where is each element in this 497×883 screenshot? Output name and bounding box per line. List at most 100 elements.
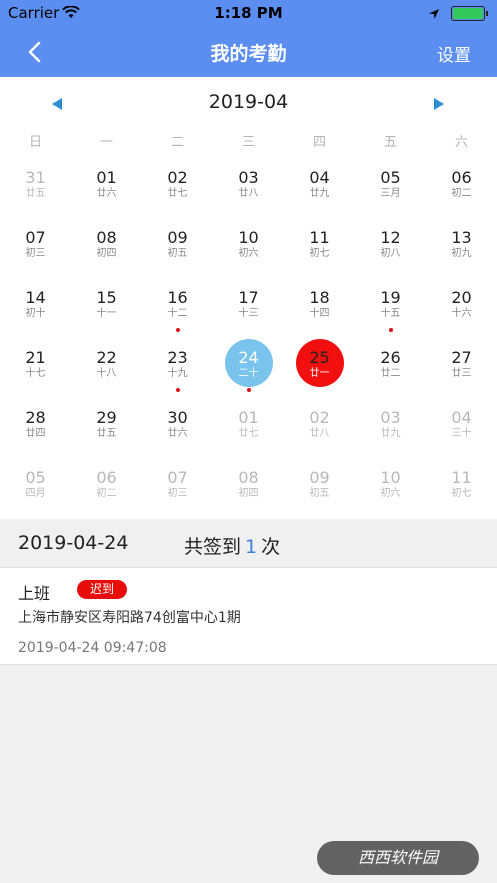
calendar-day[interactable]: 02 廿八 <box>284 397 355 457</box>
calendar-day[interactable]: 07 初三 <box>0 217 71 277</box>
calendar-day[interactable]: 08 初四 <box>71 217 142 277</box>
day-number: 31 <box>25 168 46 187</box>
calendar-day[interactable]: 21 十七 <box>0 337 71 397</box>
battery-icon <box>451 6 488 21</box>
calendar-day[interactable]: 27 廿三 <box>426 337 497 397</box>
lunar-date: 十二 <box>167 308 188 319</box>
weekday-label: 三 <box>241 135 255 150</box>
calendar-day[interactable]: 01 廿七 <box>213 397 284 457</box>
calendar-day[interactable]: 20 十六 <box>426 277 497 337</box>
nav-bar: 我的考勤 设置 <box>0 26 497 77</box>
lunar-date: 廿六 <box>96 188 117 199</box>
day-number: 24 <box>238 348 259 367</box>
calendar-day[interactable]: 28 廿四 <box>0 397 71 457</box>
day-number: 10 <box>238 228 259 247</box>
lunar-date: 廿七 <box>167 188 188 199</box>
record-dot-icon <box>175 328 180 332</box>
lunar-date: 十七 <box>25 368 46 379</box>
calendar-day[interactable]: 09 初五 <box>142 217 213 277</box>
day-number: 28 <box>25 408 46 427</box>
lunar-date: 初二 <box>451 188 472 199</box>
calendar-day[interactable]: 15 十一 <box>71 277 142 337</box>
calendar-day[interactable]: 17 十三 <box>213 277 284 337</box>
calendar-day[interactable]: 05 四月 <box>0 457 71 517</box>
calendar-day[interactable]: 01 廿六 <box>71 157 142 217</box>
count-suffix: 次 <box>261 536 281 558</box>
day-number: 22 <box>96 348 117 367</box>
day-number: 08 <box>96 228 117 247</box>
record-address: 上海市静安区寿阳路74创富中心1期 <box>18 610 241 626</box>
day-number: 05 <box>25 468 46 487</box>
next-month-arrow-icon[interactable] <box>432 96 446 110</box>
day-number: 30 <box>167 408 188 427</box>
lunar-date: 初四 <box>96 248 117 259</box>
day-number: 05 <box>380 168 401 187</box>
calendar-day[interactable]: 03 廿八 <box>213 157 284 217</box>
calendar-day[interactable]: 03 廿九 <box>355 397 426 457</box>
calendar-day[interactable]: 25 廿一 <box>284 337 355 397</box>
calendar-day[interactable]: 12 初八 <box>355 217 426 277</box>
day-number: 18 <box>309 288 330 307</box>
weekday-header: 日 一 二 三 四 五 六 <box>0 131 497 155</box>
lunar-date: 三月 <box>380 188 401 199</box>
lunar-date: 初五 <box>167 248 188 259</box>
calendar-day[interactable]: 23 十九 <box>142 337 213 397</box>
lunar-date: 十三 <box>238 308 259 319</box>
calendar-day[interactable]: 02 廿七 <box>142 157 213 217</box>
lunar-date: 廿一 <box>309 368 330 379</box>
calendar-day[interactable]: 06 初二 <box>71 457 142 517</box>
calendar-day[interactable]: 05 三月 <box>355 157 426 217</box>
calendar-day[interactable]: 11 初七 <box>284 217 355 277</box>
calendar-day[interactable]: 04 三十 <box>426 397 497 457</box>
calendar-day[interactable]: 24 二十 <box>213 337 284 397</box>
selected-date: 2019-04-24 <box>18 532 129 554</box>
day-number: 27 <box>451 348 472 367</box>
day-number: 17 <box>238 288 259 307</box>
calendar-day[interactable]: 08 初四 <box>213 457 284 517</box>
settings-button[interactable]: 设置 <box>437 41 471 66</box>
lunar-date: 廿七 <box>238 428 259 439</box>
calendar-day[interactable]: 31 廿五 <box>0 157 71 217</box>
calendar-day[interactable]: 06 初二 <box>426 157 497 217</box>
lunar-date: 初五 <box>309 488 330 499</box>
record-dot-icon <box>246 388 251 392</box>
calendar-day[interactable]: 04 廿九 <box>284 157 355 217</box>
weekday-label: 二 <box>170 135 184 150</box>
day-number: 23 <box>167 348 188 367</box>
calendar-day[interactable]: 30 廿六 <box>142 397 213 457</box>
calendar-day[interactable]: 29 廿五 <box>71 397 142 457</box>
calendar-day[interactable]: 18 十四 <box>284 277 355 337</box>
day-number: 15 <box>96 288 117 307</box>
day-number: 09 <box>309 468 330 487</box>
calendar-day[interactable]: 22 十八 <box>71 337 142 397</box>
day-number: 06 <box>96 468 117 487</box>
lunar-date: 初七 <box>309 248 330 259</box>
calendar-day[interactable]: 14 初十 <box>0 277 71 337</box>
day-number: 04 <box>451 408 472 427</box>
lunar-date: 十九 <box>167 368 188 379</box>
lunar-date: 廿五 <box>96 428 117 439</box>
checkin-record[interactable]: 上班 迟到 上海市静安区寿阳路74创富中心1期 2019-04-24 09:47… <box>0 567 497 665</box>
calendar-day[interactable]: 16 十二 <box>142 277 213 337</box>
day-number: 29 <box>96 408 117 427</box>
calendar-day[interactable]: 10 初六 <box>213 217 284 277</box>
weekday-label: 日 <box>28 135 42 150</box>
calendar-day[interactable]: 07 初三 <box>142 457 213 517</box>
lunar-date: 初二 <box>96 488 117 499</box>
day-number: 07 <box>167 468 188 487</box>
calendar-day[interactable]: 09 初五 <box>284 457 355 517</box>
calendar-day[interactable]: 26 廿二 <box>355 337 426 397</box>
weekday-label: 六 <box>454 135 468 150</box>
record-dot-icon <box>388 328 393 332</box>
status-time: 1:18 PM <box>214 4 283 22</box>
day-number: 21 <box>25 348 46 367</box>
weekday-label: 一 <box>99 135 113 150</box>
day-number: 09 <box>167 228 188 247</box>
location-arrow-icon <box>428 6 440 24</box>
record-dot-icon <box>175 388 180 392</box>
day-number: 10 <box>380 468 401 487</box>
calendar-day[interactable]: 13 初九 <box>426 217 497 277</box>
calendar-day[interactable]: 10 初六 <box>355 457 426 517</box>
calendar-day[interactable]: 11 初七 <box>426 457 497 517</box>
calendar-day[interactable]: 19 十五 <box>355 277 426 337</box>
